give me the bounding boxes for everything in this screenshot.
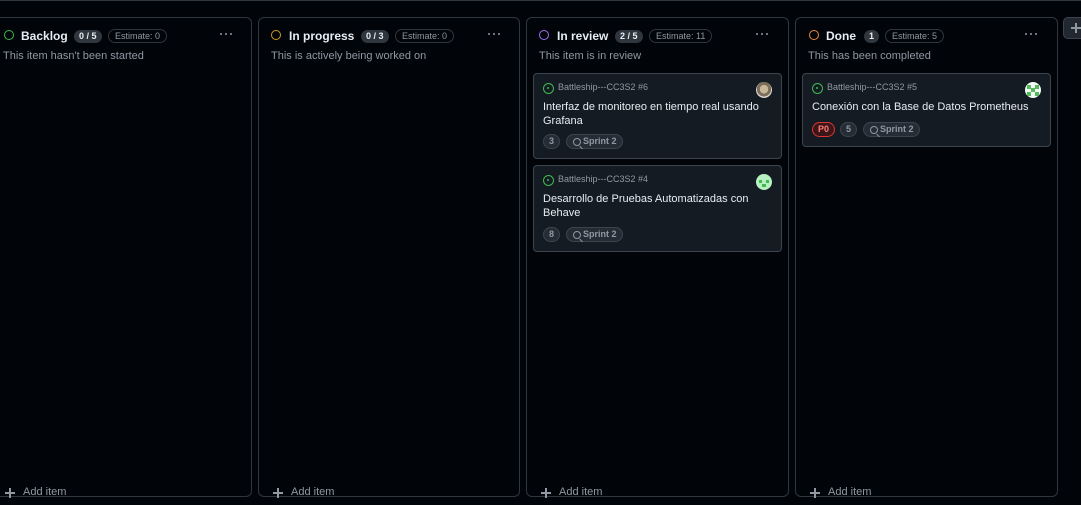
iteration-icon	[870, 126, 878, 134]
sprint-chip: Sprint 2	[566, 134, 623, 149]
column-description: This item hasn't been started	[3, 50, 144, 62]
item-count-badge: 1	[864, 30, 880, 43]
column-done: Done 1 Estimate: 5 This has been complet…	[795, 17, 1058, 498]
issue-card[interactable]: Battleship---CC3S2 #4 Desarrollo de Prue…	[533, 165, 782, 252]
plus-icon	[541, 488, 551, 498]
issue-reference[interactable]: Battleship---CC3S2 #6	[558, 82, 648, 92]
column-description: This item is in review	[539, 50, 642, 62]
item-count-badge: 0 / 5	[74, 30, 102, 43]
plus-icon	[1071, 23, 1081, 33]
identicon-icon	[1027, 85, 1039, 96]
column-header: In review 2 / 5 Estimate: 11	[527, 18, 788, 50]
item-count-badge: 0 / 3	[361, 30, 389, 43]
open-issue-icon	[812, 83, 823, 94]
column-backlog: Backlog 0 / 5 Estimate: 0 This item hasn…	[0, 17, 252, 498]
status-circle-icon	[4, 30, 14, 40]
column-menu-icon[interactable]	[219, 28, 233, 40]
iteration-icon	[573, 138, 581, 146]
assignee-avatar[interactable]	[756, 174, 772, 190]
identicon-icon	[759, 180, 769, 187]
estimate-badge: Estimate: 0	[395, 29, 455, 43]
add-item-label: Add item	[559, 486, 603, 498]
column-header: Backlog 0 / 5 Estimate: 0	[0, 18, 251, 50]
column-title: Done	[826, 29, 856, 43]
issue-card[interactable]: Battleship---CC3S2 #6 Interfaz de monito…	[533, 73, 782, 159]
column-in-review: In review 2 / 5 Estimate: 11 This item i…	[526, 17, 789, 498]
add-item-label: Add item	[291, 486, 335, 498]
plus-icon	[810, 488, 820, 498]
assignee-avatar[interactable]	[756, 82, 772, 98]
issue-reference[interactable]: Battleship---CC3S2 #4	[558, 174, 648, 184]
plus-icon	[273, 488, 283, 498]
column-title: Backlog	[21, 29, 68, 43]
sprint-chip: Sprint 2	[566, 227, 623, 242]
issue-title[interactable]: Desarrollo de Pruebas Automatizadas con …	[543, 192, 769, 220]
column-in-progress: In progress 0 / 3 Estimate: 0 This is ac…	[258, 17, 520, 498]
add-column-button[interactable]	[1063, 17, 1081, 39]
estimate-badge: Estimate: 5	[885, 29, 945, 43]
add-item-label: Add item	[828, 486, 872, 498]
sprint-chip: Sprint 2	[863, 122, 920, 137]
open-issue-icon	[543, 83, 554, 94]
status-circle-icon	[271, 30, 281, 40]
issue-title[interactable]: Interfaz de monitoreo en tiempo real usa…	[543, 100, 769, 128]
estimate-chip: 3	[543, 134, 561, 149]
column-title: In review	[557, 29, 609, 43]
column-menu-icon[interactable]	[755, 28, 769, 40]
column-header: Done 1 Estimate: 5	[796, 18, 1057, 50]
iteration-icon	[573, 231, 581, 239]
status-circle-icon	[809, 30, 819, 40]
add-item-label: Add item	[23, 486, 67, 498]
estimate-chip: 5	[840, 122, 858, 137]
column-description: This has been completed	[808, 50, 931, 62]
open-issue-icon	[543, 175, 554, 186]
estimate-chip: 8	[543, 227, 561, 242]
column-description: This is actively being worked on	[271, 50, 427, 62]
status-circle-icon	[539, 30, 549, 40]
plus-icon	[5, 488, 15, 498]
issue-title[interactable]: Conexión con la Base de Datos Prometheus	[812, 100, 1038, 114]
estimate-badge: Estimate: 11	[649, 29, 713, 43]
issue-reference[interactable]: Battleship---CC3S2 #5	[827, 82, 917, 92]
top-divider	[0, 0, 1081, 1]
item-count-badge: 2 / 5	[615, 30, 643, 43]
priority-chip: P0	[812, 122, 836, 137]
column-menu-icon[interactable]	[1024, 28, 1038, 40]
column-menu-icon[interactable]	[487, 28, 501, 40]
column-title: In progress	[289, 29, 355, 43]
column-header: In progress 0 / 3 Estimate: 0	[259, 18, 519, 50]
assignee-avatar[interactable]	[1025, 82, 1041, 98]
estimate-badge: Estimate: 0	[108, 29, 168, 43]
issue-card[interactable]: Battleship---CC3S2 #5 Conexión con la Ba…	[802, 73, 1051, 147]
